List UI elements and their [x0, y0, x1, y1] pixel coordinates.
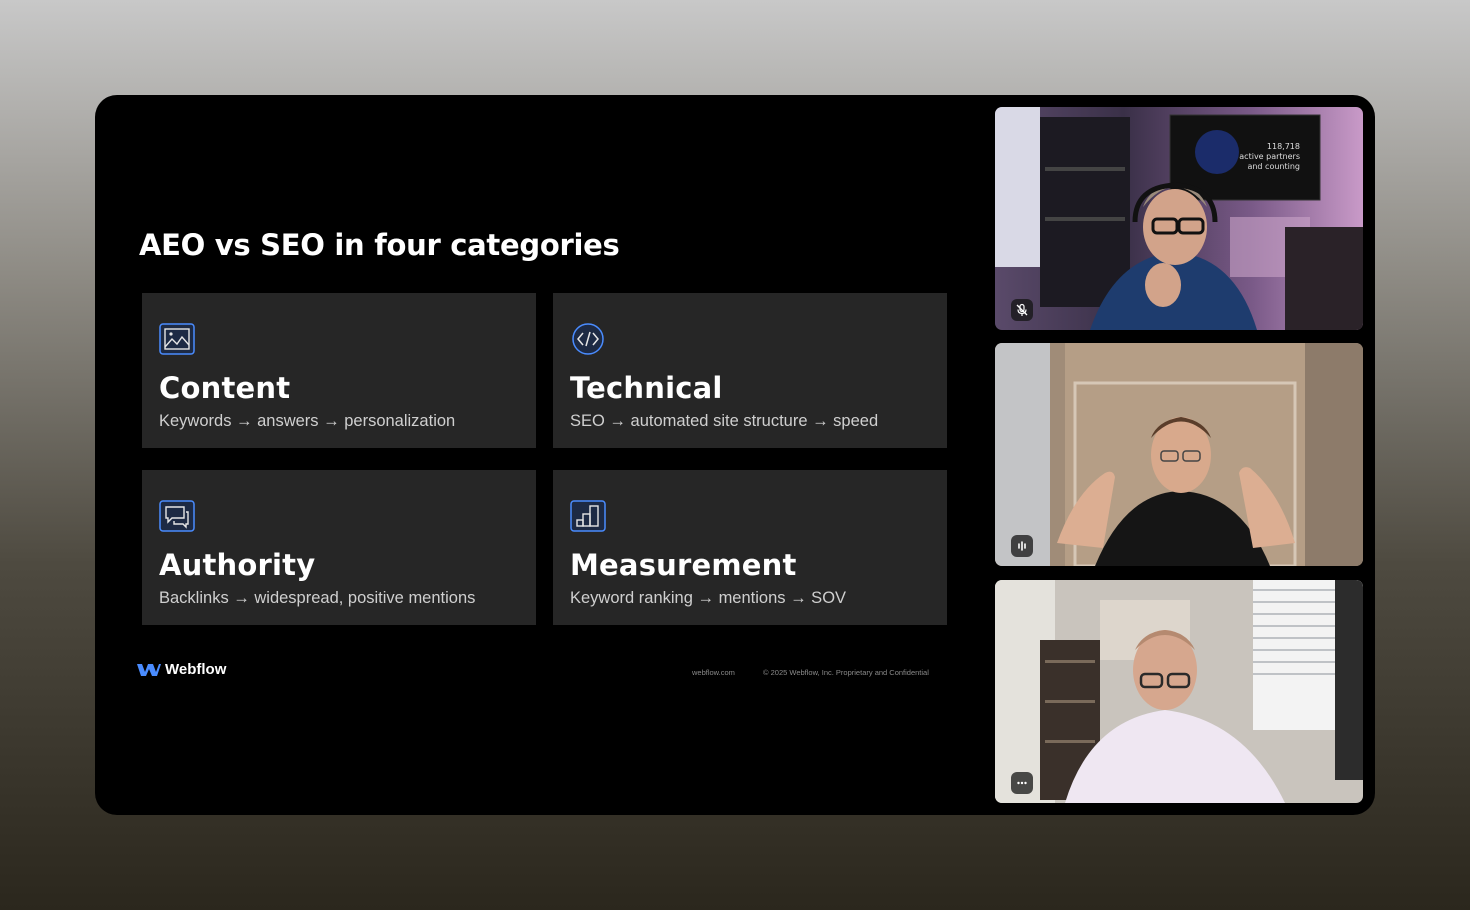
card-subtitle: Keyword ranking → mentions → SOV: [570, 589, 847, 607]
chat-bubbles-icon: [159, 500, 195, 532]
card-title: Authority: [159, 548, 316, 582]
card-measurement: Measurement Keyword ranking → mentions →…: [553, 470, 947, 625]
participant-video: 118,718 active partners and counting: [995, 107, 1363, 330]
participant-video: [995, 343, 1363, 566]
webflow-logo: Webflow: [137, 661, 226, 678]
card-subtitle: Backlinks → widespread, positive mention…: [159, 589, 476, 607]
card-title: Content: [159, 371, 291, 405]
participant-video: [995, 580, 1363, 803]
card-content: Content Keywords → answers → personaliza…: [142, 293, 536, 448]
more-options-icon[interactable]: [1011, 772, 1033, 794]
shared-slide: AEO vs SEO in four categories Content Ke…: [95, 95, 980, 815]
card-title: Measurement: [570, 548, 797, 582]
card-authority: Authority Backlinks → widespread, positi…: [142, 470, 536, 625]
participant-video-tile[interactable]: [995, 343, 1363, 566]
image-icon: [159, 323, 195, 355]
screen-text-3: and counting: [1247, 162, 1300, 171]
participant-video-tile[interactable]: 118,718 active partners and counting: [995, 107, 1363, 330]
mic-muted-icon: [1011, 299, 1033, 321]
screen-text-2: active partners: [1239, 152, 1300, 161]
webflow-logo-icon: [137, 663, 161, 676]
card-title: Technical: [570, 371, 723, 405]
card-subtitle: SEO → automated site structure → speed: [570, 412, 879, 430]
card-technical: Technical SEO → automated site structure…: [553, 293, 947, 448]
screen-text-1: 118,718: [1267, 142, 1300, 151]
slide-title: AEO vs SEO in four categories: [139, 228, 620, 262]
brand-name: Webflow: [165, 661, 227, 678]
meeting-window: AEO vs SEO in four categories Content Ke…: [95, 95, 1375, 815]
participant-video-tile[interactable]: [995, 580, 1363, 803]
footer-site: webflow.com: [692, 668, 735, 677]
bar-chart-icon: [570, 500, 606, 532]
speaking-indicator-icon: [1011, 535, 1033, 557]
code-icon: [570, 323, 606, 355]
footer-legal: © 2025 Webflow, Inc. Proprietary and Con…: [763, 668, 929, 677]
card-subtitle: Keywords → answers → personalization: [159, 412, 456, 430]
